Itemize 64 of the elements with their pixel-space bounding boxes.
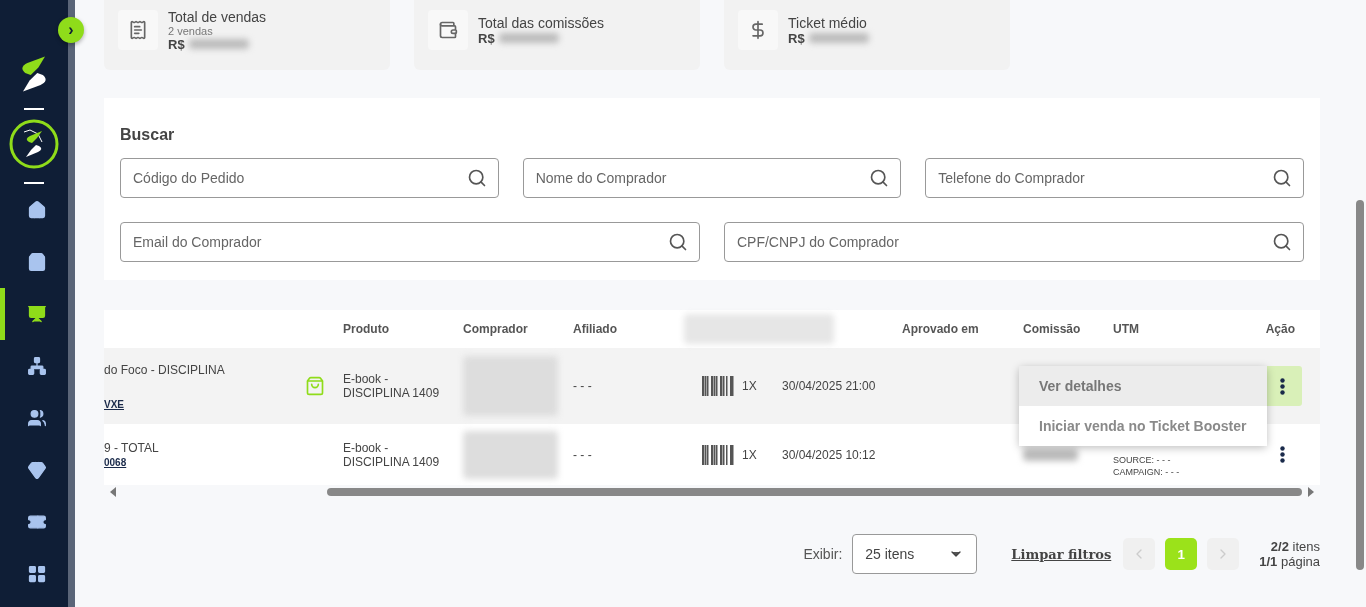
table-cell-text: E-book - DISCIPLINA 1409 [343,440,441,469]
grid-icon [27,564,47,584]
utm-text: SOURCE: - - - [1113,454,1172,465]
pages-count: 1/1 página [1259,554,1320,569]
barcode-icon [702,444,734,465]
items-count: 2/2 itens [1270,539,1320,554]
column-header: Comissão [1022,322,1082,336]
gem-icon [27,460,47,480]
currency-label: R$ [478,30,495,46]
search-title: Buscar [120,126,176,144]
clear-filters-link[interactable]: Limpar filtros [1011,546,1112,562]
card-title: Total de vendas [168,8,267,25]
search-icon [1272,232,1292,252]
table-cell-text: 30/04/2025 21:00 [782,379,877,393]
order-code-link[interactable]: VXE [104,398,225,410]
table-cell: 1X [742,447,757,462]
show-label: Exibir: [803,546,843,562]
card-title: Total das comissões [478,14,605,31]
expand-button[interactable]: › [58,17,84,43]
currency-label: R$ [788,30,805,46]
table-cell-text: - - - [573,379,593,393]
column-header: Comprador [462,322,529,336]
receipt-icon [128,20,148,40]
network-icon [27,356,47,376]
table-cell-text: E-book - DISCIPLINA 1409 [343,372,441,400]
redacted-value [498,33,559,43]
column-header: Produto [342,322,390,336]
search-icon [1272,168,1292,188]
redacted-commission [1023,448,1078,461]
search-icon [466,168,487,188]
logo-ring-icon [8,118,60,170]
users-icon [27,408,47,428]
more-icon [1279,446,1285,463]
menu-item[interactable]: Ver detalhes [1019,366,1267,406]
currency-label: R$ [168,36,185,52]
table-cell-text: - - - [573,447,593,462]
column-header: Afiliado [572,322,618,336]
search-field[interactable]: CPF/CNPJ do Comprador [724,222,1304,262]
table-cell: do Foco - DISCIPLINA [104,362,225,377]
house-icon [27,200,47,220]
redacted-value [808,33,869,43]
search-field[interactable]: Telefone do Comprador [925,158,1304,198]
utm-text: CAMPAIGN: - - - [1113,466,1181,477]
card-title: Ticket médio [788,14,868,31]
column-header: UTM [1112,322,1140,336]
card-subtitle: 2 vendas [168,24,214,37]
redacted-value [188,39,249,49]
wallet-icon [438,20,458,40]
search-field[interactable]: Nome do Comprador [522,158,902,198]
search-field[interactable]: Email do Comprador [120,222,700,262]
bag-icon [27,252,47,272]
presentation-icon [27,304,47,324]
table-cell: 1X [742,379,757,393]
page-size-select[interactable]: 25 itens [852,534,978,574]
more-icon [1279,377,1285,395]
table-cell-text: 30/04/2025 10:12 [782,447,877,462]
column-header: Ação [1264,322,1296,336]
search-field[interactable]: Código do Pedido [120,158,499,198]
barcode-icon [702,376,734,396]
order-code-link[interactable]: 0068 [104,457,159,468]
search-icon [869,168,890,188]
table-cell: 9 - TOTAL [104,441,159,455]
column-header: Aprovado em [901,322,980,336]
search-icon [668,232,688,252]
